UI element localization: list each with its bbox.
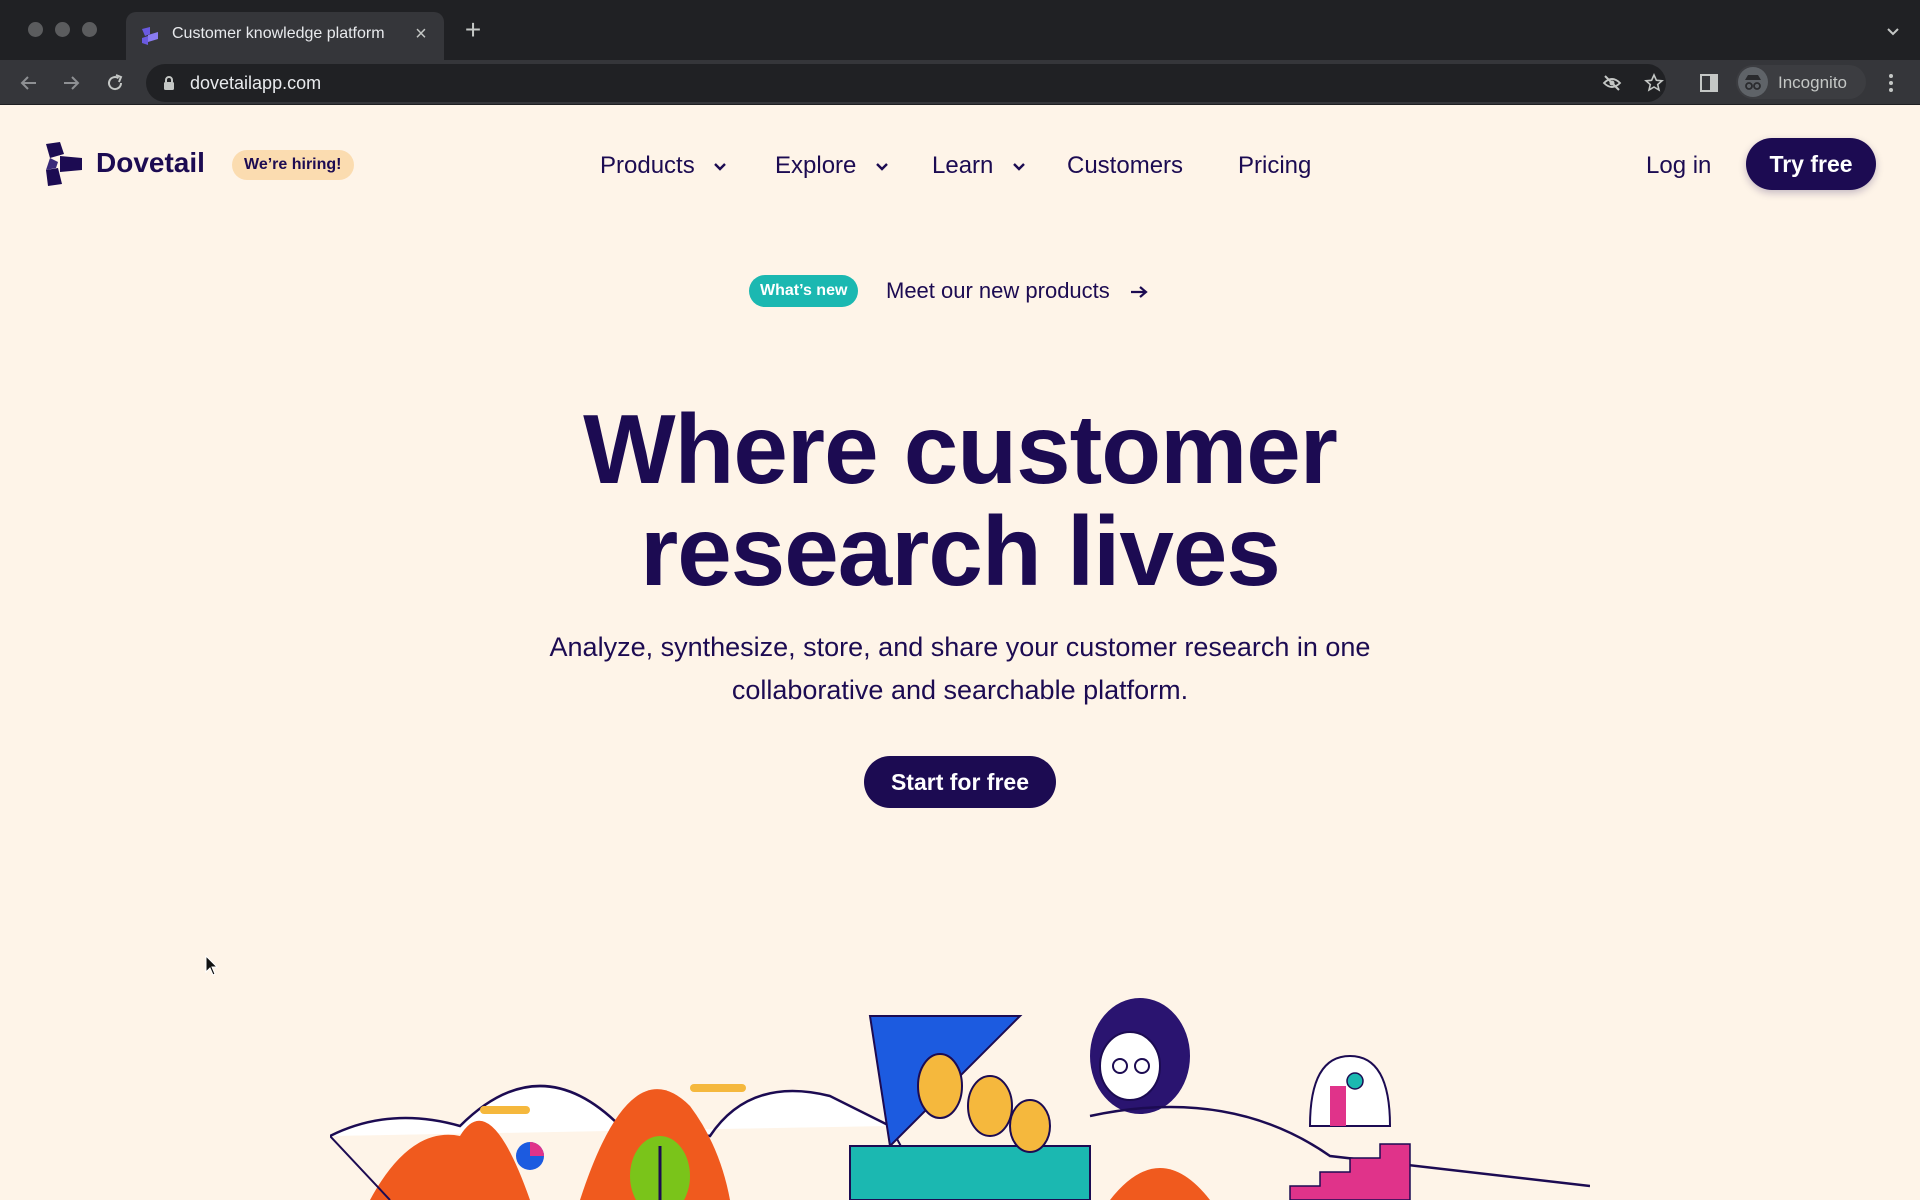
chevron-down-icon bbox=[1013, 162, 1025, 171]
nav-pricing[interactable]: Pricing bbox=[1238, 152, 1311, 182]
browser-tab-bar: Customer knowledge platform × + bbox=[0, 0, 1920, 60]
new-products-link[interactable]: Meet our new products bbox=[886, 278, 1148, 304]
tab-title: Customer knowledge platform bbox=[172, 25, 385, 42]
eye-off-icon[interactable] bbox=[1602, 73, 1622, 93]
start-for-free-button[interactable]: Start for free bbox=[864, 756, 1056, 808]
browser-tab[interactable]: Customer knowledge platform × bbox=[126, 12, 444, 60]
try-free-button[interactable]: Try free bbox=[1746, 138, 1876, 190]
window-close-button[interactable] bbox=[28, 22, 43, 37]
reload-icon[interactable] bbox=[102, 70, 128, 96]
window-minimize-button[interactable] bbox=[55, 22, 70, 37]
nav-learn[interactable]: Learn bbox=[932, 152, 1026, 182]
mouse-cursor-icon bbox=[205, 955, 219, 976]
window-zoom-button[interactable] bbox=[82, 22, 97, 37]
incognito-profile-button[interactable]: Incognito bbox=[1736, 65, 1866, 99]
dovetail-logo-icon bbox=[46, 142, 82, 186]
new-products-label: Meet our new products bbox=[886, 278, 1110, 303]
arrow-right-icon bbox=[1130, 286, 1148, 299]
more-icon[interactable] bbox=[1880, 72, 1902, 94]
nav-label: Pricing bbox=[1238, 152, 1312, 179]
hero-illustration bbox=[330, 998, 1590, 1200]
nav-label: Learn bbox=[932, 152, 994, 179]
back-icon[interactable] bbox=[16, 70, 42, 96]
tab-search-icon[interactable] bbox=[1884, 22, 1902, 40]
hero-title: Where customer research lives bbox=[583, 394, 1338, 606]
incognito-icon bbox=[1738, 67, 1768, 97]
address-bar[interactable]: dovetailapp.com bbox=[146, 64, 1666, 102]
new-tab-button[interactable]: + bbox=[460, 16, 486, 44]
nav-label: Products bbox=[600, 152, 695, 179]
side-panel-icon[interactable] bbox=[1698, 72, 1720, 94]
dovetail-logo[interactable]: Dovetail bbox=[44, 142, 224, 186]
url-text: dovetailapp.com bbox=[190, 73, 322, 93]
web-page: Dovetail We’re hiring! Products Explore … bbox=[0, 106, 1920, 1200]
hero-subtitle: Analyze, synthesize, store, and share yo… bbox=[549, 632, 1371, 705]
nav-customers[interactable]: Customers bbox=[1067, 152, 1183, 182]
star-icon[interactable] bbox=[1644, 73, 1664, 93]
nav-products[interactable]: Products bbox=[600, 152, 727, 182]
incognito-label: Incognito bbox=[1778, 73, 1847, 92]
browser-toolbar: dovetailapp.com Incognito bbox=[0, 60, 1920, 105]
lock-icon[interactable] bbox=[162, 75, 176, 91]
tab-close-icon[interactable]: × bbox=[410, 23, 432, 45]
brand-name: Dovetail bbox=[96, 147, 205, 178]
chevron-down-icon bbox=[714, 162, 727, 171]
login-link[interactable]: Log in bbox=[1646, 152, 1711, 180]
whats-new-badge[interactable]: What’s new bbox=[749, 275, 859, 307]
chevron-down-icon bbox=[876, 162, 888, 171]
dovetail-favicon-icon bbox=[142, 27, 158, 45]
forward-icon[interactable] bbox=[58, 70, 84, 96]
nav-explore[interactable]: Explore bbox=[775, 152, 889, 182]
nav-label: Customers bbox=[1067, 152, 1184, 179]
hiring-badge[interactable]: We’re hiring! bbox=[232, 150, 354, 180]
nav-label: Explore bbox=[775, 152, 857, 179]
